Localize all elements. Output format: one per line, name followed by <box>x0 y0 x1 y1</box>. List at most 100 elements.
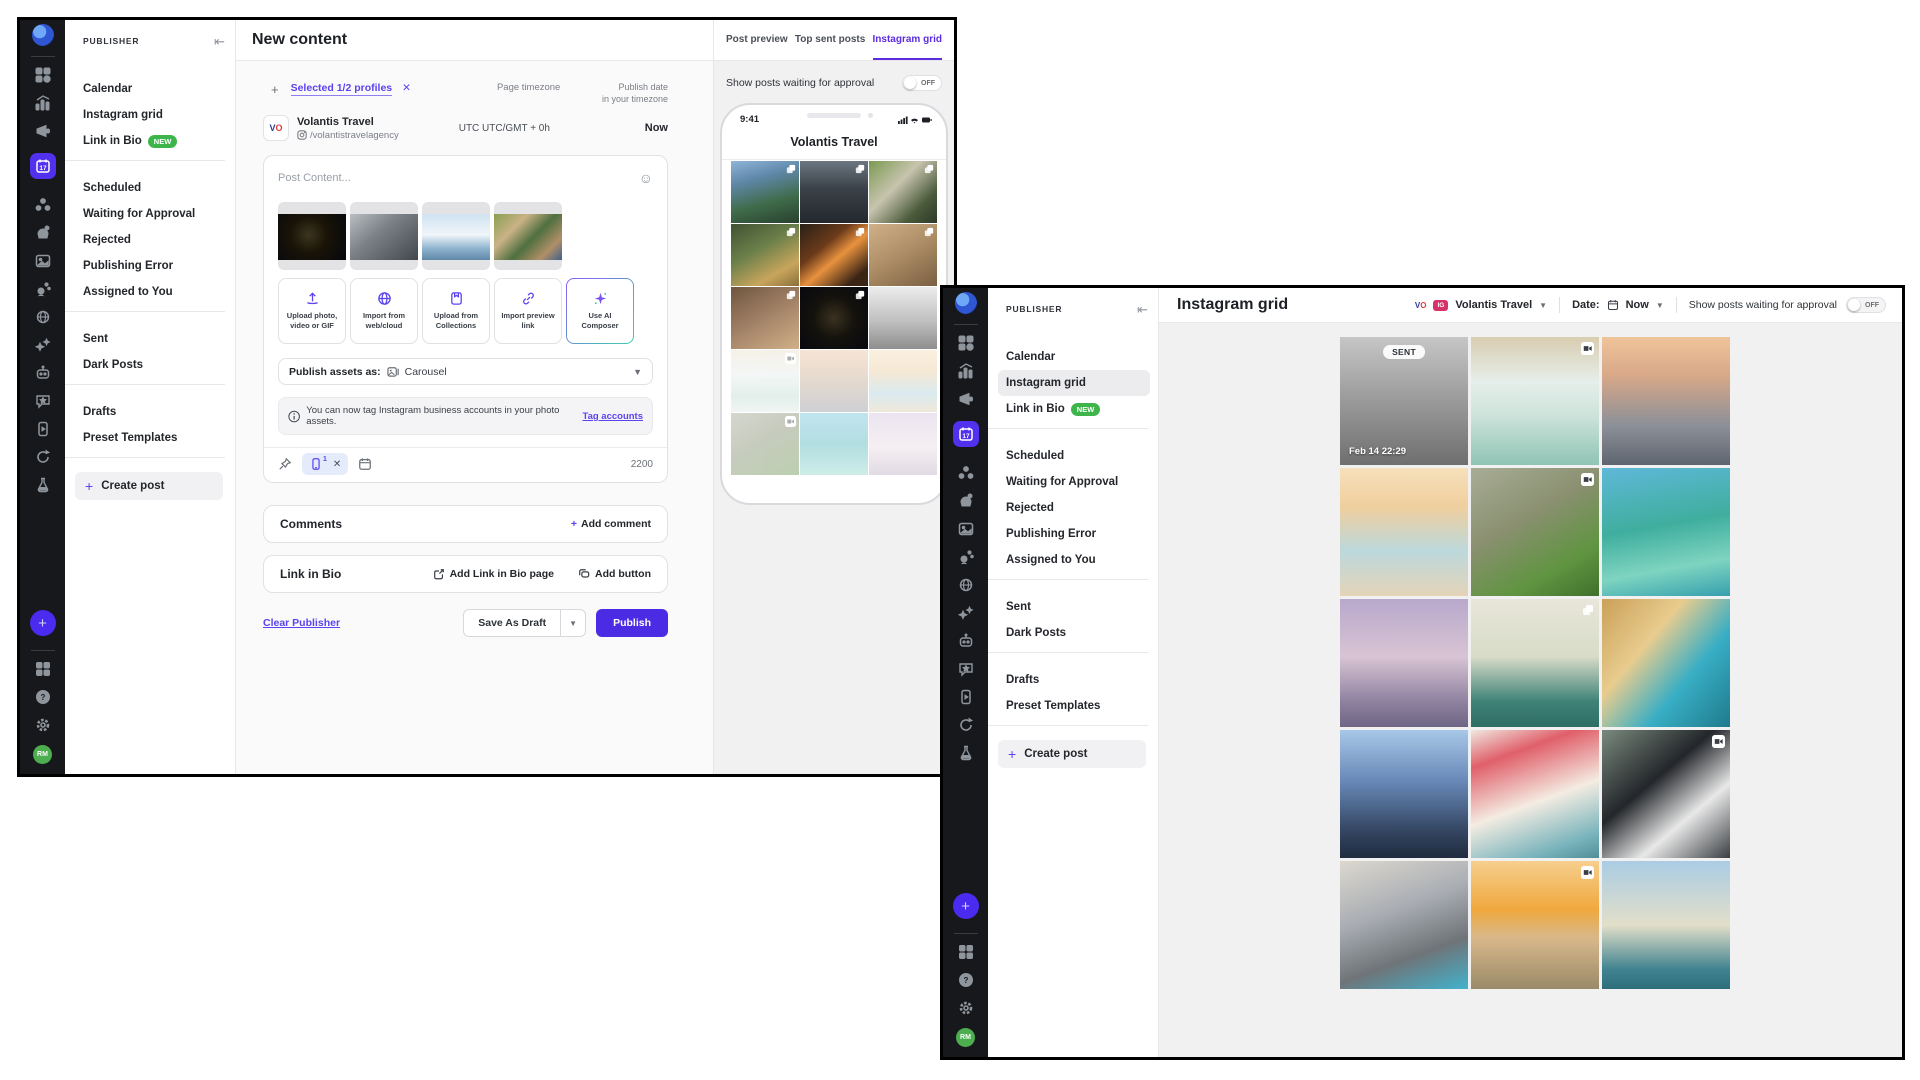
date-selector[interactable]: Now <box>1626 299 1649 311</box>
sidebar-item-rejected[interactable]: Rejected <box>1006 495 1148 521</box>
sidebar-item-preset-templates[interactable]: Preset Templates <box>83 425 225 451</box>
grid-photo-dark-beach[interactable] <box>800 161 868 223</box>
calendar-icon[interactable] <box>358 457 372 471</box>
emoji-picker-icon[interactable]: ☺ <box>639 170 653 186</box>
collaboration-icon[interactable] <box>35 281 51 297</box>
sync-icon[interactable] <box>958 717 974 733</box>
user-avatar[interactable]: RM <box>33 745 52 764</box>
grid-photo-city-dusk[interactable] <box>800 350 868 412</box>
mobile-preview-icon[interactable] <box>958 689 974 705</box>
ai-robot-icon[interactable] <box>35 365 51 381</box>
engage-icon[interactable] <box>35 225 51 241</box>
engage-icon[interactable] <box>958 493 974 509</box>
sidebar-item-scheduled[interactable]: Scheduled <box>1006 443 1148 469</box>
sidebar-item-assigned[interactable]: Assigned to You <box>83 279 225 305</box>
help-icon[interactable]: ? <box>35 689 51 705</box>
favorites-stars-icon[interactable] <box>958 605 974 621</box>
settings-gear-icon[interactable] <box>35 717 51 733</box>
grid-photo-beach-sunset[interactable] <box>869 350 937 412</box>
rail-add-button[interactable]: + <box>30 610 56 636</box>
sidebar-item-sent[interactable]: Sent <box>83 326 225 352</box>
sidebar-item-publishing-error[interactable]: Publishing Error <box>1006 521 1148 547</box>
grid-photo-elephant[interactable] <box>731 413 799 475</box>
browser-planet-icon[interactable] <box>958 577 974 593</box>
approval-toggle[interactable]: OFF <box>902 75 942 91</box>
import-web-cloud-button[interactable]: Import fromweb/cloud <box>350 278 418 344</box>
audience-icon[interactable] <box>35 197 51 213</box>
mobile-preview-icon[interactable] <box>35 421 51 437</box>
grid-photo-flatlay[interactable] <box>869 224 937 286</box>
planable-logo-icon[interactable] <box>32 24 54 46</box>
tab-top-sent-posts[interactable]: Top sent posts <box>795 20 865 60</box>
grid-photo-eiffel-pale[interactable] <box>869 413 937 475</box>
grid-photo-skyscrapers-train[interactable] <box>1340 730 1468 858</box>
clear-selection-icon[interactable]: ✕ <box>402 82 411 94</box>
chevron-down-icon[interactable]: ▼ <box>560 610 585 636</box>
asset-thumb-snowy-mountains[interactable] <box>422 202 490 270</box>
boards-icon[interactable] <box>958 335 974 351</box>
grid-photo-flatlay-2[interactable] <box>731 287 799 349</box>
audience-icon[interactable] <box>958 465 974 481</box>
add-profile-icon[interactable]: + <box>271 82 279 97</box>
grid-photo-city-dusk[interactable] <box>1602 337 1730 465</box>
planable-logo-icon[interactable] <box>955 292 977 314</box>
workspace-switcher-icon[interactable] <box>958 944 974 960</box>
grid-photo-wave-foam[interactable] <box>1471 337 1599 465</box>
use-ai-composer-button[interactable]: Use AIComposer <box>566 278 634 344</box>
asset-thumb-storm-clouds[interactable] <box>350 202 418 270</box>
grid-photo-mountain-valley[interactable] <box>731 161 799 223</box>
selected-profiles-link[interactable]: Selected 1/2 profiles <box>291 82 393 96</box>
add-button-button[interactable]: Add button <box>578 568 651 580</box>
analytics-icon[interactable] <box>35 95 51 111</box>
grid-photo-reading-couch[interactable] <box>1340 861 1468 989</box>
close-chip-icon[interactable]: ✕ <box>333 459 341 470</box>
sidebar-item-calendar[interactable]: Calendar <box>1006 344 1148 370</box>
sidebar-item-sent[interactable]: Sent <box>1006 594 1148 620</box>
create-post-button[interactable]: +Create post <box>998 740 1146 768</box>
add-link-in-bio-page-button[interactable]: Add Link in Bio page <box>433 568 554 580</box>
sidebar-item-waiting-approval[interactable]: Waiting for Approval <box>83 201 225 227</box>
grid-photo-foam-wave[interactable] <box>731 350 799 412</box>
collaboration-icon[interactable] <box>958 549 974 565</box>
sidebar-item-dark-posts[interactable]: Dark Posts <box>1006 620 1148 646</box>
reviews-icon[interactable] <box>35 393 51 409</box>
media-library-icon[interactable] <box>35 253 51 269</box>
tab-post-preview[interactable]: Post preview <box>726 20 788 60</box>
user-avatar[interactable]: RM <box>956 1028 975 1047</box>
sync-icon[interactable] <box>35 449 51 465</box>
sidebar-item-dark-posts[interactable]: Dark Posts <box>83 352 225 378</box>
calendar-17-icon-selected[interactable]: 17 <box>953 421 979 447</box>
collapse-sidebar-icon[interactable]: ⇤ <box>214 34 225 50</box>
sidebar-item-link-in-bio[interactable]: Link in BioNEW <box>83 128 225 154</box>
grid-photo-elephant[interactable] <box>1471 468 1599 596</box>
sidebar-item-assigned[interactable]: Assigned to You <box>1006 547 1148 573</box>
grid-photo-ocean-sunset[interactable] <box>1471 861 1599 989</box>
grid-photo-leopard[interactable] <box>869 161 937 223</box>
sidebar-item-link-in-bio[interactable]: Link in BioNEW <box>1006 396 1148 422</box>
sidebar-item-instagram-grid[interactable]: Instagram grid <box>83 102 225 128</box>
media-library-icon[interactable] <box>958 521 974 537</box>
sidebar-item-publishing-error[interactable]: Publishing Error <box>83 253 225 279</box>
asset-thumb-starfield[interactable] <box>278 202 346 270</box>
labs-flask-icon[interactable] <box>35 477 51 493</box>
save-as-draft-button[interactable]: Save As Draft▼ <box>463 609 586 637</box>
settings-gear-icon[interactable] <box>958 1000 974 1016</box>
reviews-icon[interactable] <box>958 661 974 677</box>
asset-thumb-seed-bowls[interactable] <box>494 202 562 270</box>
tab-instagram-grid[interactable]: Instagram grid <box>873 20 942 60</box>
publish-button[interactable]: Publish <box>596 609 668 637</box>
ai-robot-icon[interactable] <box>958 633 974 649</box>
add-comment-button[interactable]: +Add comment <box>571 518 651 530</box>
sidebar-item-rejected[interactable]: Rejected <box>83 227 225 253</box>
sidebar-item-drafts[interactable]: Drafts <box>83 399 225 425</box>
campaigns-icon[interactable] <box>35 123 51 139</box>
publish-when[interactable]: Now <box>645 122 668 134</box>
mobile-preview-chip[interactable]: 1 ✕ <box>302 453 348 475</box>
grid-photo-island-aerial[interactable] <box>1602 468 1730 596</box>
browser-planet-icon[interactable] <box>35 309 51 325</box>
sidebar-item-waiting-approval[interactable]: Waiting for Approval <box>1006 469 1148 495</box>
sidebar-item-calendar[interactable]: Calendar <box>83 76 225 102</box>
profile-selector[interactable]: Volantis Travel <box>1455 299 1532 311</box>
grid-photo-snowy-path[interactable] <box>869 287 937 349</box>
upload-collections-button[interactable]: Upload fromCollections <box>422 278 490 344</box>
